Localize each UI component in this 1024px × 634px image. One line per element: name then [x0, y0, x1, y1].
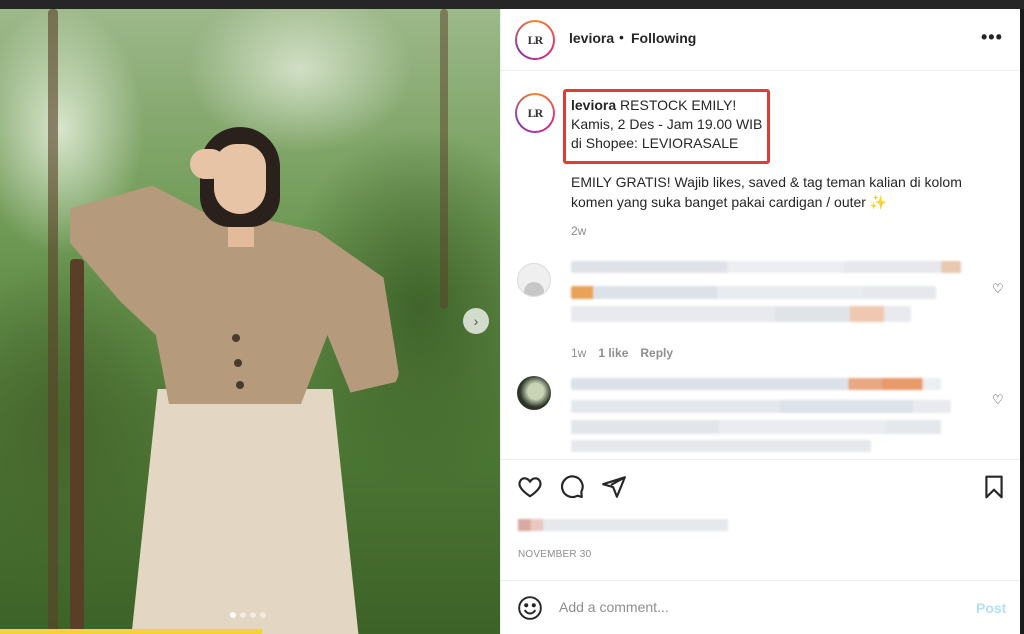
post-header: LR leviora • Following ••• — [501, 9, 1021, 71]
blurred-likes-text — [518, 519, 728, 531]
tree-trunk — [70, 259, 84, 634]
caption-timestamp[interactable]: 2w — [571, 224, 586, 238]
profile-avatar[interactable]: LR — [515, 20, 555, 60]
blurred-comment-text — [571, 286, 936, 299]
carousel-dot — [250, 612, 256, 618]
comment-icon[interactable] — [559, 474, 585, 500]
avatar-logo: LR — [517, 95, 553, 131]
carousel-indicator — [230, 612, 266, 618]
carousel-dot — [230, 612, 236, 618]
comment-input[interactable] — [559, 599, 939, 615]
header-username[interactable]: leviora — [569, 30, 614, 46]
carousel-dot — [260, 612, 266, 618]
blurred-comment-text — [571, 306, 911, 322]
post-date[interactable]: NOVEMBER 30 — [518, 549, 591, 560]
comment-reply-button[interactable]: Reply — [640, 346, 673, 360]
blurred-comment-text — [571, 440, 871, 452]
comment-meta: 1w 1 like Reply — [571, 346, 673, 360]
blurred-comment-text — [571, 420, 941, 434]
post-details-panel: LR leviora • Following ••• LR leviora RE… — [500, 9, 1021, 634]
post-comment-button[interactable]: Post — [976, 600, 1006, 616]
cardigan-button — [232, 334, 240, 342]
commenter-avatar[interactable] — [517, 376, 551, 410]
heart-icon[interactable] — [517, 474, 543, 500]
caption-body: EMILY GRATIS! Wajib likes, saved & tag t… — [571, 174, 962, 210]
post-image[interactable]: › — [0, 9, 500, 634]
carousel-dot — [240, 612, 246, 618]
caption-line-2: Kamis, 2 Des - Jam 19.00 WIB — [571, 116, 763, 132]
chevron-right-icon: › — [473, 313, 479, 329]
share-icon[interactable] — [601, 474, 627, 500]
caption-headline: RESTOCK EMILY! — [616, 97, 737, 113]
avatar-logo: LR — [517, 22, 553, 58]
browser-top-strip — [0, 0, 1024, 9]
following-button[interactable]: Following — [631, 30, 696, 46]
page-edge — [1020, 9, 1024, 634]
blurred-comment-text — [571, 400, 951, 413]
add-comment-bar: Post — [501, 580, 1021, 634]
commenter-avatar[interactable] — [517, 263, 551, 297]
caption-line-1: leviora RESTOCK EMILY! — [571, 96, 736, 115]
skirt-shape — [130, 389, 360, 634]
bottom-yellow-bar — [0, 629, 262, 634]
bookmark-icon[interactable] — [981, 474, 1007, 500]
blurred-comment-text — [571, 261, 961, 273]
post-actions-bar — [501, 459, 1021, 513]
caption-avatar[interactable]: LR — [515, 93, 555, 133]
caption-line-3: di Shopee: LEVIORASALE — [571, 135, 739, 151]
cardigan-button — [236, 381, 244, 389]
comment-like-icon[interactable]: ♡ — [992, 281, 1004, 297]
comment-likes[interactable]: 1 like — [598, 346, 628, 360]
separator-dot: • — [619, 29, 624, 45]
emoji-icon[interactable] — [517, 595, 543, 621]
blurred-comment-text — [571, 378, 941, 390]
more-options-icon[interactable]: ••• — [981, 27, 1003, 48]
caption-username[interactable]: leviora — [571, 97, 616, 113]
next-image-button[interactable]: › — [463, 308, 489, 334]
cardigan-button — [234, 359, 242, 367]
person-hand — [190, 149, 226, 179]
comment-like-icon[interactable]: ♡ — [992, 392, 1004, 408]
tree-trunk — [440, 9, 448, 309]
comment-time[interactable]: 1w — [571, 346, 586, 360]
tree-trunk — [48, 9, 58, 634]
